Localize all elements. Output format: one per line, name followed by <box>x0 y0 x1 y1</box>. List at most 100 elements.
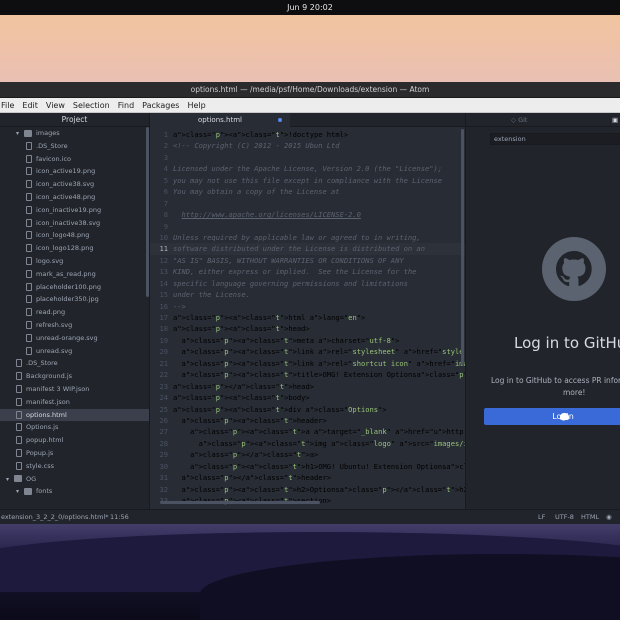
project-panel-title[interactable]: Project <box>0 113 149 127</box>
status-grammar[interactable]: HTML <box>581 510 599 524</box>
line-number[interactable]: 30 <box>150 461 168 472</box>
editor-vertical-scrollbar[interactable] <box>461 129 464 365</box>
line-number[interactable]: 8 <box>150 209 168 220</box>
tab-git[interactable]: ◇ Git <box>511 113 527 127</box>
tree-folder[interactable]: ▾ fonts <box>0 485 149 498</box>
line-number[interactable]: 21 <box>150 358 168 369</box>
menu-find[interactable]: Find <box>118 98 134 112</box>
tree-file[interactable]: refresh.svg <box>0 319 149 332</box>
tree-file[interactable]: popup.html <box>0 434 149 447</box>
line-number[interactable]: 28 <box>150 438 168 449</box>
tree-file[interactable]: manifest 3 WIP.json <box>0 383 149 396</box>
tree-file[interactable]: icon_active38.svg <box>0 178 149 191</box>
line-number[interactable]: 13 <box>150 266 168 277</box>
line-number[interactable]: 26 <box>150 415 168 426</box>
line-number[interactable]: 14 <box>150 278 168 289</box>
line-number[interactable]: 5 <box>150 175 168 186</box>
code-line[interactable]: 18 a">class="p"><a">class="t">head> <box>150 323 465 334</box>
line-number[interactable]: 2 <box>150 140 168 151</box>
line-number[interactable]: 20 <box>150 346 168 357</box>
code-line[interactable]: 16 --> <box>150 301 465 312</box>
tree-file[interactable]: options.html <box>0 408 149 422</box>
status-file-path[interactable]: extension_3_2_2_0/options.html* <box>1 510 108 524</box>
code-lines[interactable]: 1 a">class="p"><a">class="t">!doctype htm… <box>150 129 465 506</box>
status-encoding[interactable]: UTF-8 <box>555 510 574 524</box>
code-line[interactable]: 25 a">class="p"><a">class="t">div a">clas… <box>150 404 465 415</box>
tree-file[interactable]: icon_active19.png <box>0 165 149 178</box>
tree-file[interactable]: read.png <box>0 306 149 319</box>
line-number[interactable]: 29 <box>150 449 168 460</box>
code-line[interactable]: 27 a">class="p"><a">class="t">a a">targe… <box>150 426 465 437</box>
line-number[interactable]: 10 <box>150 232 168 243</box>
tree-file[interactable]: icon_logo128.png <box>0 242 149 255</box>
code-line[interactable]: 24 a">class="p"><a">class="t">body> <box>150 392 465 403</box>
github-login-button[interactable]: Login <box>484 408 620 425</box>
code-line[interactable]: 4 Licensed under the Apache License, Vers… <box>150 163 465 174</box>
editor-horizontal-scrollbar[interactable] <box>160 501 320 504</box>
code-line[interactable]: 26 a">class="p"><a">class="t">header> <box>150 415 465 426</box>
code-line[interactable]: 13 KIND, either express or implied. See t… <box>150 266 465 277</box>
tree-file[interactable]: Background.js <box>0 370 149 383</box>
line-number[interactable]: 9 <box>150 221 168 232</box>
menu-edit[interactable]: Edit <box>22 98 38 112</box>
tree-file[interactable]: manifest.json <box>0 396 149 409</box>
line-number[interactable]: 12 <box>150 255 168 266</box>
system-top-bar[interactable]: Jun 9 20:02 <box>0 0 620 15</box>
line-number[interactable]: 31 <box>150 472 168 483</box>
code-line[interactable]: 8 http://www.apache.org/licenses/LICENSE… <box>150 209 465 220</box>
tree-file[interactable]: icon_inactive38.svg <box>0 217 149 230</box>
line-number[interactable]: 4 <box>150 163 168 174</box>
code-line[interactable]: 2 <!-- Copyright (C) 2012 - 2015 Ubun Ltd <box>150 140 465 151</box>
line-number[interactable]: 18 <box>150 323 168 334</box>
tree-file[interactable]: unread-orange.svg <box>0 332 149 345</box>
code-line[interactable]: 6 You may obtain a copy of the License at <box>150 186 465 197</box>
tab-github[interactable]: ▣ <box>612 113 618 127</box>
tree-file[interactable]: favicon.ico <box>0 153 149 166</box>
code-line[interactable]: 1 a">class="p"><a">class="t">!doctype htm… <box>150 129 465 140</box>
line-number[interactable]: 7 <box>150 198 168 209</box>
status-cursor-position[interactable]: 11:56 <box>110 510 129 524</box>
line-number[interactable]: 11 <box>150 243 168 254</box>
line-number[interactable]: 23 <box>150 381 168 392</box>
menu-help[interactable]: Help <box>187 98 205 112</box>
tree-file[interactable]: Options.js <box>0 421 149 434</box>
tree-file[interactable]: icon_active48.png <box>0 191 149 204</box>
code-line[interactable]: 22 a">class="p"><a">class="t">title>OMG!… <box>150 369 465 380</box>
code-line[interactable]: 28 a">class="p"><a">class="t">img a">cla… <box>150 438 465 449</box>
code-line[interactable]: 23 a">class="p"></a">class="t">head> <box>150 381 465 392</box>
code-line[interactable]: 11 software distributed under the License… <box>150 243 465 255</box>
tree-file[interactable]: logo.svg <box>0 255 149 268</box>
line-number[interactable]: 6 <box>150 186 168 197</box>
line-number[interactable]: 3 <box>150 152 168 163</box>
tree-file[interactable]: unread.svg <box>0 345 149 358</box>
tree-file[interactable]: placeholder350.jpg <box>0 293 149 306</box>
line-number[interactable]: 16 <box>150 301 168 312</box>
menu-packages[interactable]: Packages <box>142 98 179 112</box>
code-editor[interactable]: options.html 1 a">class="p"><a">class="t"… <box>150 113 465 509</box>
tree-file[interactable]: .DS_Store <box>0 140 149 153</box>
tree-file[interactable]: placeholder100.png <box>0 281 149 294</box>
menu-selection[interactable]: Selection <box>73 98 110 112</box>
line-number[interactable]: 25 <box>150 404 168 415</box>
code-line[interactable]: 21 a">class="p"><a">class="t">link a">re… <box>150 358 465 369</box>
code-line[interactable]: 15 under the License. <box>150 289 465 300</box>
code-line[interactable]: 30 a">class="p"><a">class="t">h1>OMG! Ub… <box>150 461 465 472</box>
line-number[interactable]: 27 <box>150 426 168 437</box>
line-number[interactable]: 22 <box>150 369 168 380</box>
code-line[interactable]: 19 a">class="p"><a">class="t">meta a">ch… <box>150 335 465 346</box>
code-line[interactable]: 10 Unless required by applicable law or a… <box>150 232 465 243</box>
github-status-icon[interactable]: ◉ <box>606 510 612 524</box>
code-line[interactable]: 12 "AS IS" BASIS, WITHOUT WARRANTIES OR C… <box>150 255 465 266</box>
code-line[interactable]: 7 <box>150 198 465 209</box>
tree-folder[interactable]: ▾ images <box>0 127 149 140</box>
menu-file[interactable]: File <box>1 98 14 112</box>
code-line[interactable]: 20 a">class="p"><a">class="t">link a">re… <box>150 346 465 357</box>
clock[interactable]: Jun 9 20:02 <box>287 3 333 12</box>
code-line[interactable]: 14 specific language governing permission… <box>150 278 465 289</box>
repository-search-input[interactable]: extension <box>490 133 620 145</box>
line-number[interactable]: 1 <box>150 129 168 140</box>
tree-folder[interactable]: ▾ OG <box>0 473 149 486</box>
status-line-ending[interactable]: LF <box>538 510 545 524</box>
line-number[interactable]: 19 <box>150 335 168 346</box>
code-line[interactable]: 5 you may not use this file except in com… <box>150 175 465 186</box>
